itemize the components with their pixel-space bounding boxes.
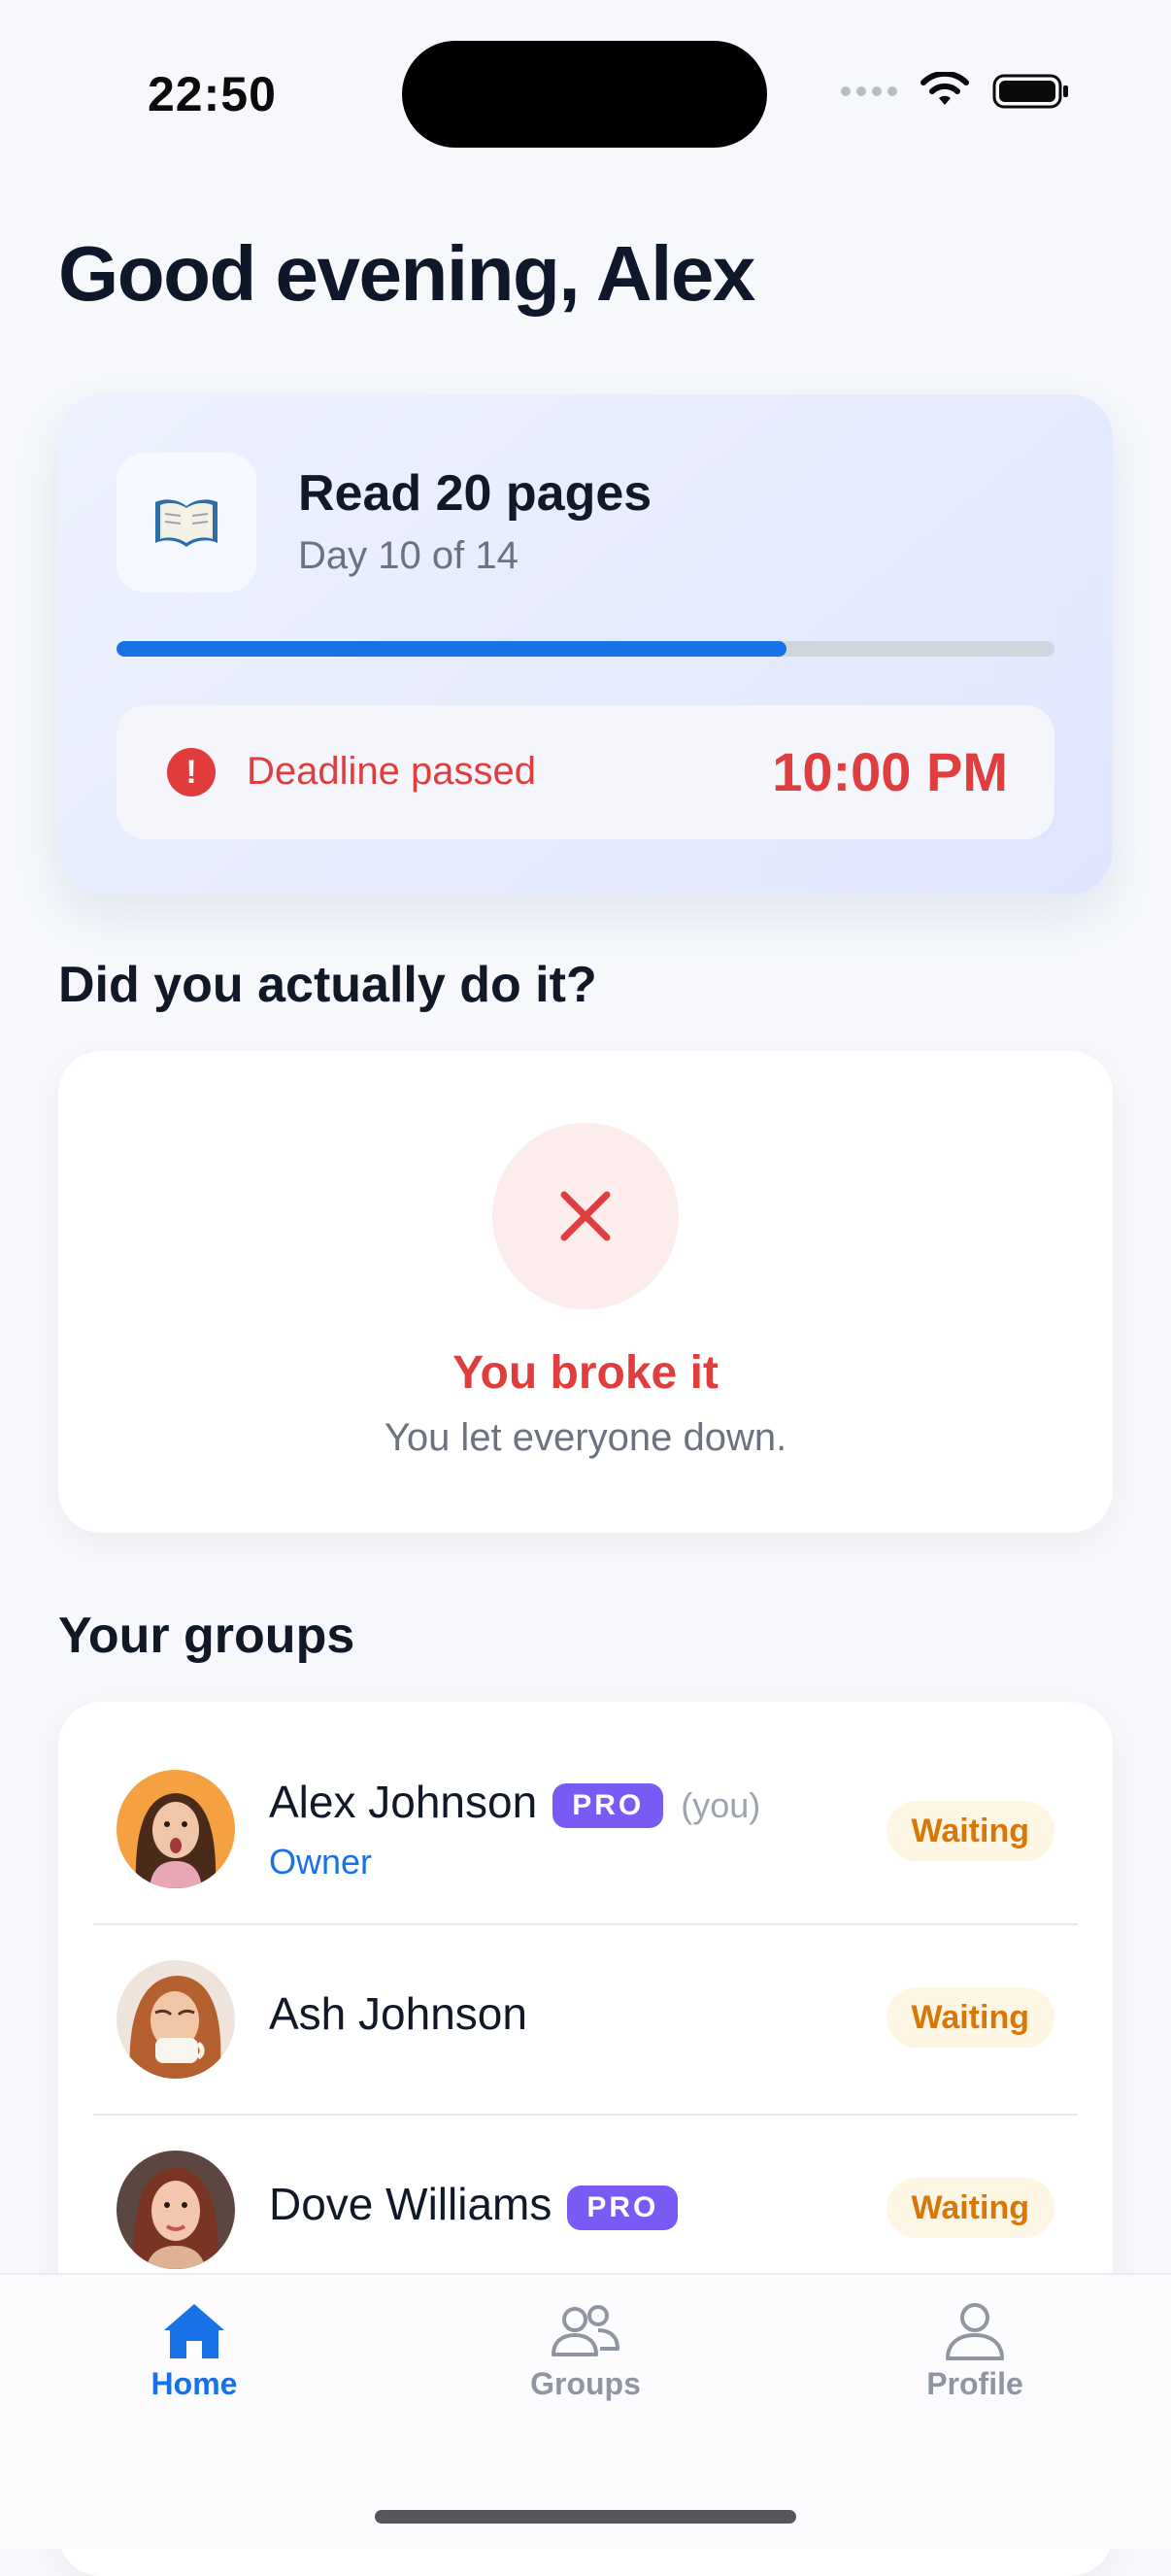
groups-heading: Your groups xyxy=(58,1608,355,1664)
failed-status-circle xyxy=(492,1123,679,1309)
status-bar: 22:50 xyxy=(0,0,1171,185)
check-in-result-card: You broke it You let everyone down. xyxy=(58,1051,1113,1533)
tab-label: Groups xyxy=(530,2366,641,2401)
member-name: Alex Johnson xyxy=(269,1777,538,1827)
result-subtitle: You let everyone down. xyxy=(384,1416,787,1459)
challenge-progress-bar xyxy=(117,641,1054,657)
owner-label: Owner xyxy=(269,1842,373,1881)
list-item[interactable]: Alex Johnson PRO (you) Owner Waiting xyxy=(58,1702,1113,1890)
result-title: You broke it xyxy=(452,1347,719,1399)
deadline-label: Deadline passed xyxy=(247,750,536,793)
status-time: 22:50 xyxy=(148,67,277,121)
status-badge: Waiting xyxy=(886,2178,1054,2238)
member-name: Dove Williams xyxy=(269,2179,552,2229)
tab-home[interactable]: Home xyxy=(78,2300,311,2402)
you-label: (you) xyxy=(681,1784,761,1825)
list-item[interactable]: Ash Johnson Waiting xyxy=(58,1925,1113,2114)
wifi-icon xyxy=(920,72,969,105)
challenge-card[interactable]: Read 20 pages Day 10 of 14 ! Deadline pa… xyxy=(58,394,1113,894)
tab-label: Home xyxy=(151,2366,238,2401)
alert-icon: ! xyxy=(167,748,216,797)
avatar xyxy=(117,1770,235,1888)
deadline-time: 10:00 PM xyxy=(772,741,1008,802)
check-in-heading: Did you actually do it? xyxy=(58,957,597,1013)
avatar xyxy=(117,2151,235,2269)
tab-groups[interactable]: Groups xyxy=(469,2300,702,2402)
challenge-title: Read 20 pages xyxy=(298,465,652,522)
status-badge: Waiting xyxy=(886,1801,1054,1861)
deadline-banner: ! Deadline passed 10:00 PM xyxy=(117,705,1054,839)
battery-icon xyxy=(992,74,1068,109)
close-icon xyxy=(560,1191,611,1241)
member-name: Ash Johnson xyxy=(269,1988,527,2039)
home-indicator xyxy=(375,2510,796,2524)
pro-badge: PRO xyxy=(567,2185,679,2230)
pro-badge: PRO xyxy=(552,1782,664,1828)
tab-bar: Home Groups Profile xyxy=(0,2273,1171,2549)
dynamic-island xyxy=(402,41,767,148)
challenge-progress-fill xyxy=(117,641,786,657)
tab-profile[interactable]: Profile xyxy=(858,2300,1091,2402)
groups-icon xyxy=(552,2305,619,2356)
status-badge: Waiting xyxy=(886,1987,1054,2048)
cellular-signal-icon xyxy=(841,86,897,96)
status-icons xyxy=(841,72,1070,111)
greeting-title: Good evening, Alex xyxy=(58,230,755,317)
challenge-day-counter: Day 10 of 14 xyxy=(298,534,519,577)
avatar xyxy=(117,1960,235,2079)
home-icon xyxy=(164,2304,224,2358)
profile-icon xyxy=(946,2303,1004,2360)
tab-label: Profile xyxy=(926,2366,1023,2401)
open-book-icon xyxy=(117,453,256,593)
